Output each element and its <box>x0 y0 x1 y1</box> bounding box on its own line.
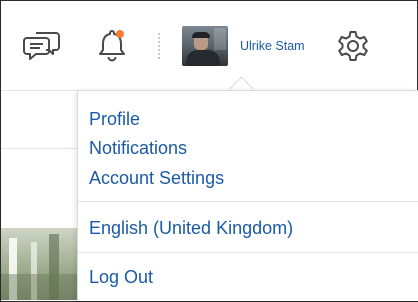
menu-item-log-out[interactable]: Log Out <box>89 266 153 288</box>
background-image <box>1 228 77 300</box>
bell-icon[interactable] <box>92 24 132 64</box>
avatar <box>182 26 228 66</box>
chat-bubbles-icon[interactable] <box>22 27 62 63</box>
user-dropdown-menu: Profile Notifications Account Settings E… <box>77 90 418 301</box>
menu-item-profile[interactable]: Profile <box>89 108 140 130</box>
toolbar-separator <box>158 33 160 59</box>
menu-item-account-settings[interactable]: Account Settings <box>89 167 224 189</box>
menu-item-notifications[interactable]: Notifications <box>89 137 187 159</box>
menu-item-language[interactable]: English (United Kingdom) <box>89 217 293 239</box>
menu-divider <box>78 252 418 253</box>
menu-divider <box>78 201 418 202</box>
content-divider <box>1 148 77 149</box>
user-name: Ulrike Stam <box>240 39 305 53</box>
user-menu-button[interactable]: Ulrike Stam <box>182 25 332 67</box>
gear-icon[interactable] <box>334 27 372 65</box>
notification-badge <box>116 30 124 38</box>
